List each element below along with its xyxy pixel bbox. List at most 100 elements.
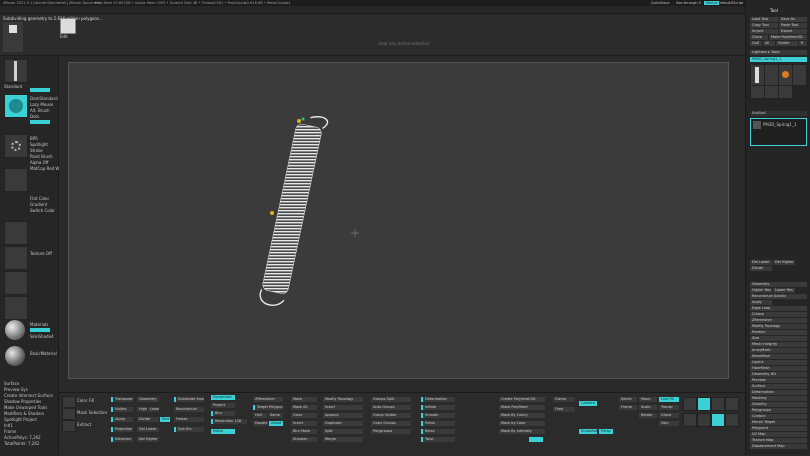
crease-button[interactable]: Crease [750,312,807,317]
clear-mask-button[interactable]: Clear [291,413,317,418]
invert-mask-button[interactable]: Invert [291,421,317,426]
polish-button[interactable]: Polish [211,429,235,434]
left-unwarped[interactable]: Make Unwarped Tools [4,405,47,410]
left-skinshade[interactable]: SkinShade4 [30,334,54,339]
left-brush-damstandard[interactable]: DamStandard [30,96,58,101]
left-modifiers[interactable]: Modifiers & Shaders [4,411,44,416]
scale-icon[interactable] [683,413,697,427]
camera-toggle[interactable]: Camera [579,401,597,406]
color-fill-button[interactable]: Color Fill [77,398,94,403]
lower-res-button[interactable]: Lower Res [773,288,795,293]
del-lower-bottom-button[interactable]: Del Lower [137,427,159,432]
merge-button[interactable]: Merge [323,437,363,442]
gizmo-icon[interactable] [697,397,711,411]
left-stroke[interactable]: Stroke [30,148,43,153]
half-button[interactable]: Half [253,413,267,418]
polyf-icon[interactable] [711,413,725,427]
move-icon[interactable] [725,397,739,411]
texture-map-button[interactable]: Texture Map [750,438,807,443]
reconstruct-button[interactable]: Reconstruct [174,407,204,412]
masking-button[interactable]: Masking [750,396,807,401]
snapshot-toggle[interactable]: Snapshot [579,429,597,434]
make-polymesh-bottom[interactable]: Make PolyMesh [499,405,545,410]
smooth-toggle[interactable] [30,120,50,124]
modify-topology-bottom[interactable]: Modify Topology [323,397,363,402]
gear-icon[interactable] [683,397,697,411]
uv-map-button[interactable]: UV Map [750,432,807,437]
left-switch-color[interactable]: Switch Color [30,208,55,213]
tool-thumb-3[interactable] [778,64,793,86]
create-polymesh-button[interactable]: Create Polymesh3D [499,397,545,402]
mask-by-intensity-button[interactable]: Mask By Intensity [499,429,545,434]
displacement-map-button[interactable]: Displacement Map [750,444,807,449]
rotate-icon[interactable] [697,413,711,427]
rotate-button[interactable]: Rotate [639,413,657,418]
lightbox-tools-button[interactable]: Lightbox ▸ Tools [750,50,807,55]
lazy-mouse-toggle[interactable] [30,88,50,92]
tool-thumb-6[interactable] [764,85,779,99]
load-tool-button[interactable]: Load Tool [750,17,778,22]
transpose-slider[interactable]: Transpose [111,397,133,402]
copy-tool-button[interactable]: Copy Tool [750,23,778,28]
append-button[interactable]: Append [323,413,363,418]
nanomesh-button[interactable]: NanoMesh [750,354,807,359]
size-button[interactable]: Size [750,336,807,341]
group-visible-button[interactable]: Group Visible [371,413,411,418]
smt-toggle[interactable]: Smt [160,417,170,422]
subtool-item-name[interactable]: PM3D_Spring1_1 [763,122,797,127]
split-button[interactable]: Split [323,429,363,434]
transp-toggle[interactable]: Transp [659,405,679,410]
extract-button[interactable]: Extract [77,422,91,427]
same-button[interactable]: Same [268,413,283,418]
material-toggle[interactable] [30,328,50,332]
left-flat-color[interactable]: Flat Color [30,196,49,201]
deformation-button[interactable]: Deformation [750,390,807,395]
geometry-hd-button[interactable]: Geometry HD [750,372,807,377]
left-materials[interactable]: Materials [30,322,48,327]
tool-thumb-spring[interactable] [750,64,765,86]
target-polygons-slider[interactable]: Target Polygons [253,405,283,410]
divide-button[interactable]: Divide [750,266,772,271]
brush-icon-2[interactable] [62,408,76,420]
zremesher-button[interactable]: ZRemesher [750,318,807,323]
stroke-thumb[interactable] [4,94,28,118]
insert-button[interactable]: Insert [323,405,363,410]
morph-target-button[interactable]: Morph Target [750,420,807,425]
adapt-toggle[interactable]: Adapt [269,421,283,426]
clone-button[interactable]: Clone [750,35,768,40]
ghost-toggle[interactable]: Ghost [659,413,679,418]
mesh-integrity-button[interactable]: Mesh Integrity [750,342,807,347]
polypaint-button[interactable]: Polypaint [750,426,807,431]
solo-toggle[interactable]: Solo [659,421,679,426]
left-intersect[interactable]: Create Intersect Surface [4,393,53,398]
gizmo-button[interactable]: Gizmo [553,397,575,402]
higher-res-button[interactable]: Higher Res [750,288,772,293]
left-intl[interactable]: Intl1 [4,423,13,428]
left-frame[interactable]: Frame [4,429,16,434]
fibermesh-button[interactable]: FiberMesh [750,366,807,371]
brush-icon-1[interactable] [62,396,76,408]
lightbox-thumb[interactable] [3,22,23,52]
canvas[interactable] [68,62,729,379]
goz-button[interactable]: GoZ [750,41,762,46]
line-fill-toggle[interactable]: Line Fill [659,397,679,402]
mask-all-button[interactable]: Mask All [291,405,317,410]
all-button[interactable]: All [763,41,775,46]
surface-button[interactable]: Surface [750,384,807,389]
inflate-slider[interactable]: Inflate [421,405,455,410]
geometry-header[interactable]: Geometry [750,282,807,287]
del-higher-bottom-button[interactable]: Del Higher [137,437,159,442]
save-as-button[interactable]: Save As [779,17,807,22]
visibility-button[interactable]: Visibility [750,402,807,407]
sharpen-mask-button[interactable]: Sharpen [291,437,317,442]
tool-thumb-2[interactable] [764,64,779,86]
tool-thumb-7[interactable] [778,85,793,99]
paste-tool-button[interactable]: Paste Tool [779,23,807,28]
texture-thumb[interactable] [4,221,28,245]
double-button[interactable]: Double [253,421,268,426]
dots-thumb[interactable] [4,134,28,158]
left-preview-sys[interactable]: Preview Sys [4,387,28,392]
scale-button[interactable]: Scale [639,405,657,410]
brush-icon-3[interactable] [62,420,76,432]
polymesh-icon[interactable] [60,18,76,34]
